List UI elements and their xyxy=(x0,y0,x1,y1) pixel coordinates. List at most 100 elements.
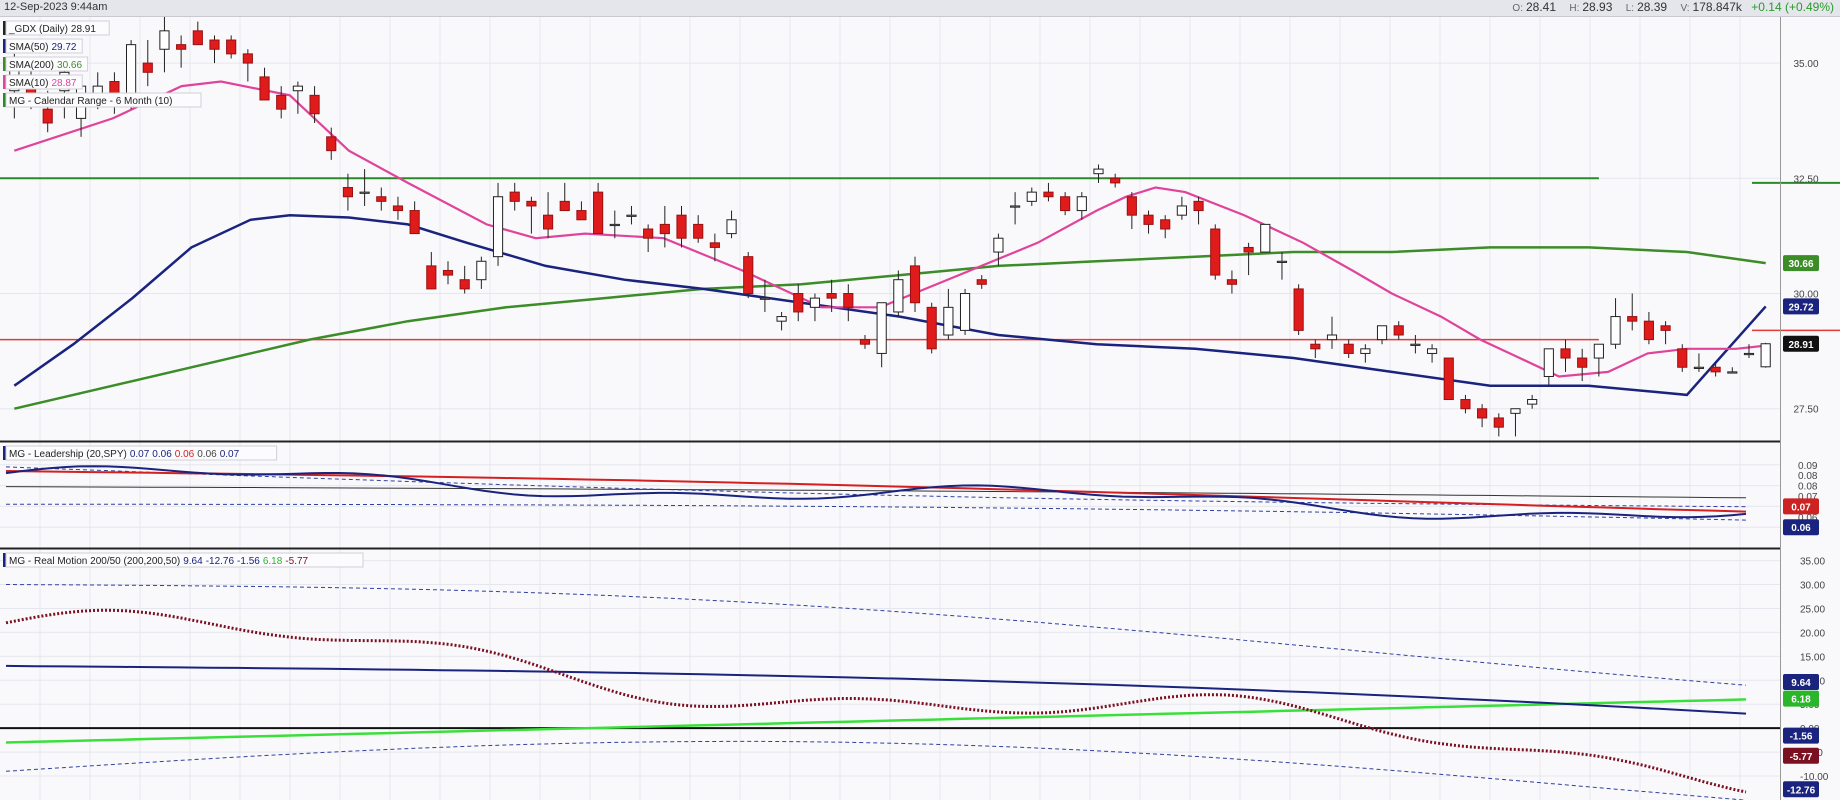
candle-body xyxy=(1093,168,1104,175)
open-label: O: xyxy=(1512,3,1523,14)
leadership-tick-label: 0.08 xyxy=(1798,482,1818,493)
high-value: 28.93 xyxy=(1582,0,1613,14)
realmotion-tick-label: 25.00 xyxy=(1800,604,1825,615)
legend-value: -12.76 xyxy=(206,556,235,567)
candle-body xyxy=(1243,246,1254,253)
candle-body xyxy=(192,30,203,46)
candle-body xyxy=(376,196,387,202)
candle-body xyxy=(242,53,253,64)
candle-body xyxy=(392,205,404,212)
candle-body xyxy=(1410,343,1421,346)
legend-entry: MG - Calendar Range - 6 Month (10) xyxy=(9,96,172,107)
last-value-tag-label: 9.64 xyxy=(1791,678,1811,689)
legend-name: MG - Real Motion 200/50 (200,200,50) xyxy=(9,556,180,567)
price-tick-label: 35.00 xyxy=(1793,59,1818,70)
candle-body xyxy=(1577,357,1588,368)
realmotion-tick-label: 35.00 xyxy=(1800,557,1825,568)
price-tick-label: 27.50 xyxy=(1793,405,1818,416)
candle-body xyxy=(1010,205,1021,208)
legend-name: SMA(50) xyxy=(9,42,48,53)
realmotion-tick-label: 30.00 xyxy=(1800,581,1825,592)
candle-body xyxy=(309,94,320,115)
legend-name: SMA(10) xyxy=(9,78,48,89)
last-value-tag-label: 0.06 xyxy=(1791,523,1811,534)
candle-body xyxy=(1543,348,1554,377)
last-value-tag-label: 29.72 xyxy=(1788,302,1813,313)
legend-value: 29.72 xyxy=(51,42,76,53)
volume-label: V: xyxy=(1680,3,1690,14)
candle-body xyxy=(1627,316,1638,322)
last-value-tag-label: -1.56 xyxy=(1790,732,1813,743)
candle-body xyxy=(926,306,937,350)
candle-body xyxy=(1110,177,1121,184)
stock-chart[interactable]: 35.0032.5030.0027.500.090.080.080.070.07… xyxy=(0,17,1840,800)
candle-body xyxy=(459,279,470,290)
legend-name: SMA(200) xyxy=(9,60,54,71)
candle-body xyxy=(726,219,737,235)
candle-body xyxy=(1276,260,1288,263)
legend-value: -5.77 xyxy=(285,556,308,567)
candle-body xyxy=(1226,279,1238,285)
legend-value: 0.06 xyxy=(175,449,195,460)
candle-body xyxy=(476,260,487,281)
candle-body xyxy=(659,223,670,235)
candle-body xyxy=(1176,205,1187,216)
candle-body xyxy=(1727,371,1738,374)
candle-body xyxy=(1677,348,1688,368)
candle-body xyxy=(1426,348,1438,354)
candle-body xyxy=(1610,316,1621,345)
candle-body xyxy=(359,191,370,194)
candle-body xyxy=(1193,200,1204,212)
candle-body xyxy=(693,223,704,239)
candle-body xyxy=(1493,417,1504,428)
candle-body xyxy=(426,265,437,290)
last-value-tag-label: 0.07 xyxy=(1791,502,1811,513)
legend-entry: SMA(10) 28.87 xyxy=(9,78,77,89)
candle-body xyxy=(526,200,537,207)
quote-datetime: 12-Sep-2023 9:44am xyxy=(4,1,108,13)
candle-body xyxy=(176,44,187,50)
realmotion-tick-label: 15.00 xyxy=(1800,652,1825,663)
candle-body xyxy=(609,223,620,227)
candle-body xyxy=(959,293,971,331)
candle-body xyxy=(826,293,837,299)
candle-body xyxy=(1760,343,1771,368)
leadership-tick-label: 0.09 xyxy=(1798,461,1818,472)
candle-body xyxy=(276,94,287,110)
candle-body xyxy=(626,214,637,217)
high-label: H: xyxy=(1569,3,1580,14)
legend-value: 0.06 xyxy=(152,449,172,460)
candle-body xyxy=(1460,399,1471,410)
candle-body xyxy=(743,256,754,295)
legend-name: _GDX (Daily) xyxy=(8,24,68,35)
low-value: 28.39 xyxy=(1637,0,1668,14)
candle-body xyxy=(576,210,587,221)
candle-body xyxy=(326,136,337,152)
candle-body xyxy=(209,39,220,50)
candle-body xyxy=(542,214,554,230)
last-value-tag-label: 28.91 xyxy=(1788,340,1813,351)
candle-body xyxy=(1443,357,1454,401)
candle-body xyxy=(876,302,887,354)
y-axes: 35.0032.5030.0027.500.090.080.080.070.07… xyxy=(1780,17,1829,800)
legend-entry: SMA(200) 30.66 xyxy=(9,60,82,71)
candle-body xyxy=(509,191,520,202)
candle-body xyxy=(643,228,654,239)
legend-value: -1.56 xyxy=(237,556,260,567)
candle-body xyxy=(1260,223,1271,253)
candle-body xyxy=(676,214,687,239)
candle-body xyxy=(1693,366,1705,369)
legend-value: 28.91 xyxy=(71,24,96,35)
legend-name: MG - Calendar Range - 6 Month (10) xyxy=(9,96,172,107)
candle-body xyxy=(1560,348,1571,359)
leadership-tick-label: 0.08 xyxy=(1798,471,1818,482)
legend-entry: _GDX (Daily) 28.91 xyxy=(8,24,96,35)
candle-body xyxy=(1510,408,1521,414)
candle-body xyxy=(1343,343,1354,354)
candle-body xyxy=(1477,408,1488,419)
candle-body xyxy=(793,293,804,313)
candle-body xyxy=(1376,325,1388,341)
candle-body xyxy=(1160,219,1171,230)
last-value-tag-label: 30.66 xyxy=(1788,259,1813,270)
candle-body xyxy=(776,316,787,322)
